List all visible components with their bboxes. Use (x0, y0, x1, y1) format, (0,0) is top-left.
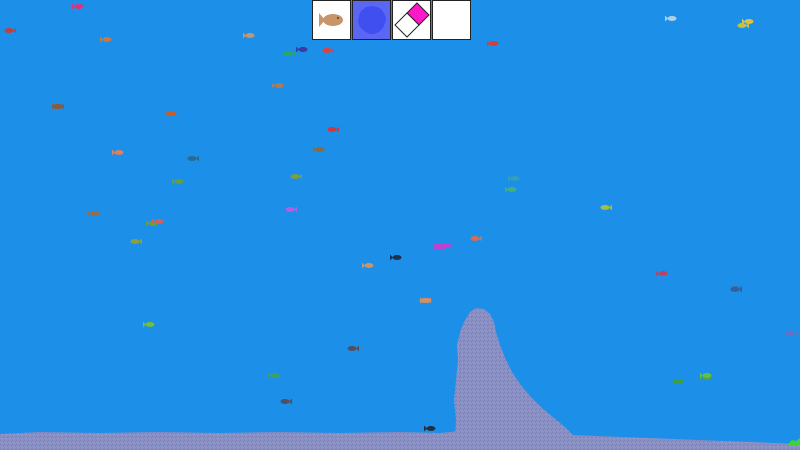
fish (283, 50, 295, 57)
fish (347, 345, 359, 352)
fish (424, 425, 436, 432)
fish (362, 262, 374, 269)
fish (487, 40, 499, 47)
fish (285, 206, 297, 213)
aquarium-canvas[interactable] (0, 0, 800, 450)
sand-brush-tool-button[interactable] (352, 0, 391, 40)
fish (672, 378, 684, 385)
tool-palette (312, 0, 472, 40)
fish (290, 173, 302, 180)
fish (100, 36, 112, 43)
fish (470, 235, 482, 242)
fish (390, 254, 402, 261)
empty-tool-button[interactable] (432, 0, 471, 40)
fish (296, 46, 308, 53)
fish (700, 372, 712, 379)
fish (434, 243, 446, 250)
fish (322, 47, 334, 54)
fish-tool-button[interactable] (312, 0, 351, 40)
fish (72, 3, 84, 10)
fish-icon (319, 13, 343, 27)
fish (88, 210, 100, 217)
blob-icon (358, 6, 386, 34)
eraser-icon (394, 2, 430, 38)
fish (600, 204, 612, 211)
fish (730, 286, 742, 293)
fish (656, 270, 668, 277)
fish-layer (0, 0, 800, 450)
fish (313, 146, 325, 153)
fish (742, 18, 754, 25)
fish (143, 321, 155, 328)
fish (172, 178, 184, 185)
fish (112, 149, 124, 156)
fish (4, 27, 16, 34)
fish (243, 32, 255, 39)
fish (785, 330, 797, 337)
fish (327, 126, 339, 133)
fish (280, 398, 292, 405)
fish (420, 297, 432, 304)
fish (505, 186, 517, 193)
eraser-tool-button[interactable] (392, 0, 431, 40)
fish (165, 110, 177, 117)
fish (508, 175, 520, 182)
fish (187, 155, 199, 162)
fish (52, 103, 64, 110)
fish (130, 238, 142, 245)
fish (268, 372, 280, 379)
fish (152, 218, 164, 225)
fish (665, 15, 677, 22)
fish (272, 82, 284, 89)
